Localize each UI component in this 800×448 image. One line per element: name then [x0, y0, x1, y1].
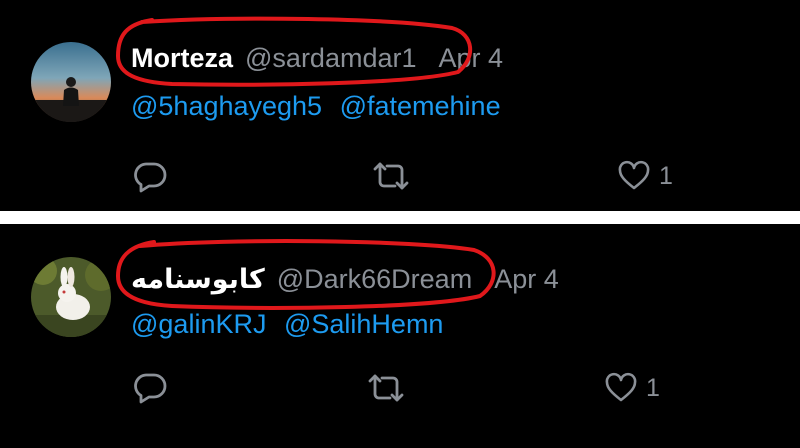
- mention-link[interactable]: @galinKRJ: [131, 309, 266, 339]
- sunset-silhouette-avatar-image: [31, 42, 111, 122]
- display-name[interactable]: کابوسنامه: [131, 264, 265, 295]
- display-name[interactable]: Morteza: [131, 43, 233, 74]
- tweet-card: کابوسنامه @Dark66Dream Apr 4 @galinKRJ @…: [0, 224, 800, 448]
- tweet-header: کابوسنامه @Dark66Dream Apr 4: [131, 264, 559, 295]
- tweet-text: @galinKRJ @SalihHemn: [131, 309, 443, 340]
- like-button[interactable]: 1: [604, 372, 660, 404]
- user-handle[interactable]: @Dark66Dream: [277, 264, 472, 295]
- like-button[interactable]: 1: [617, 160, 673, 192]
- tweet-header: Morteza @sardamdar1 Apr 4: [131, 43, 503, 74]
- avatar[interactable]: [31, 42, 111, 122]
- retweet-button[interactable]: [366, 372, 406, 404]
- speech-bubble-icon: [134, 373, 167, 404]
- avatar[interactable]: [31, 257, 111, 337]
- reply-button[interactable]: [133, 372, 167, 404]
- retweet-arrows-icon: [368, 374, 404, 402]
- user-handle[interactable]: @sardamdar1: [245, 43, 416, 74]
- tweet-date[interactable]: Apr 4: [439, 43, 504, 74]
- like-count: 1: [646, 373, 660, 402]
- speech-bubble-icon: [134, 162, 167, 193]
- tweet-text: @5haghayegh5 @fatemehine: [131, 91, 501, 122]
- tweet-date[interactable]: Apr 4: [494, 264, 559, 295]
- rabbit-avatar-image: [31, 257, 111, 337]
- like-count: 1: [659, 161, 673, 190]
- heart-outline-icon: [618, 160, 650, 190]
- reply-button[interactable]: [133, 161, 167, 193]
- mention-link[interactable]: @fatemehine: [340, 91, 501, 121]
- tweet-card: Morteza @sardamdar1 Apr 4 @5haghayegh5 @…: [0, 0, 800, 211]
- mention-link[interactable]: @SalihHemn: [284, 309, 443, 339]
- retweet-button[interactable]: [371, 160, 411, 192]
- mention-link[interactable]: @5haghayegh5: [131, 91, 322, 121]
- retweet-arrows-icon: [373, 162, 409, 190]
- heart-outline-icon: [605, 372, 637, 402]
